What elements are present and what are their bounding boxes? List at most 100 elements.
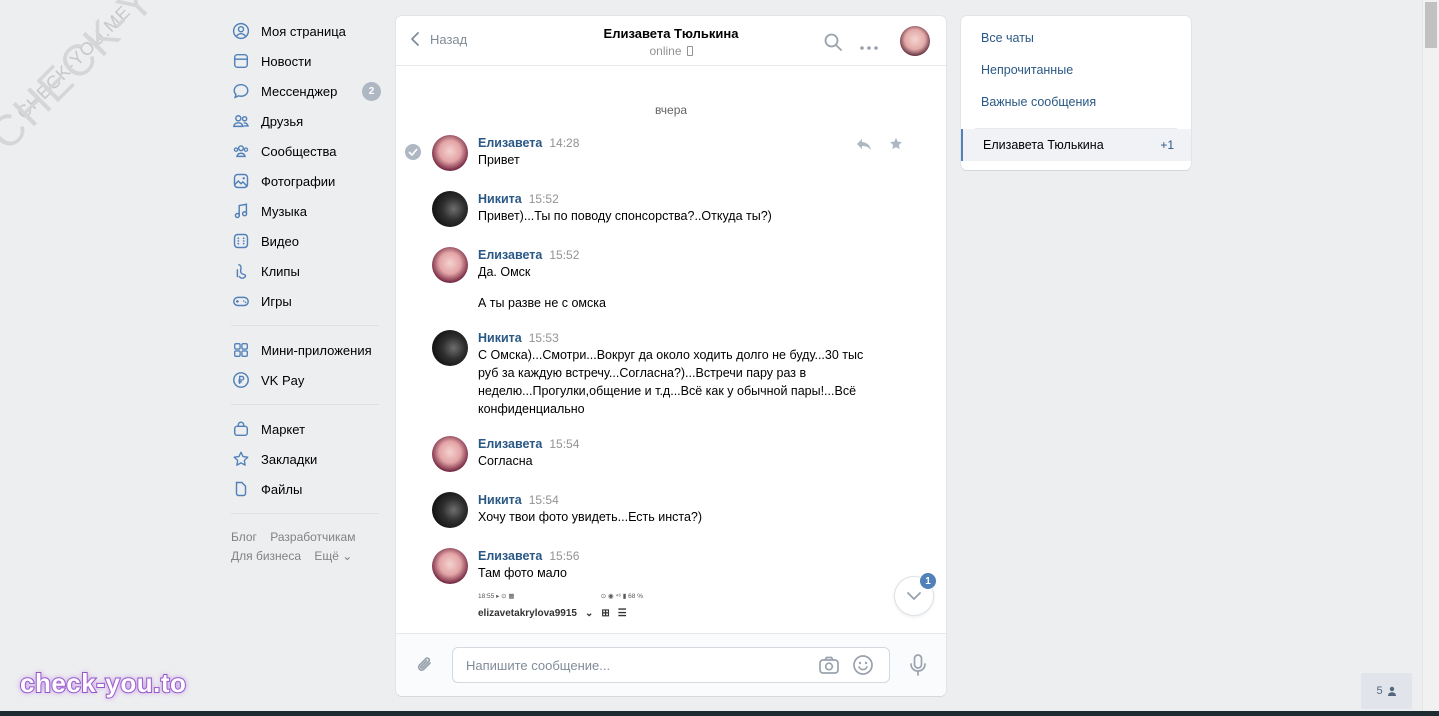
chevron-down-icon: ⌄	[584, 608, 594, 619]
user-circle-icon	[231, 21, 251, 41]
nav-item-my-page[interactable]: Моя страница	[231, 16, 381, 46]
nav-item-market[interactable]: Маркет	[231, 414, 381, 444]
microphone-icon[interactable]	[907, 653, 929, 677]
add-square-icon: ⊞	[601, 608, 610, 619]
online-friends-widget[interactable]: 5	[1361, 673, 1412, 709]
nav-item-bookmarks[interactable]: Закладки	[231, 444, 381, 474]
message-item[interactable]: Никита 15:54 Хочу твои фото увидеть...Ест…	[396, 492, 946, 530]
mobile-phone-icon	[686, 46, 693, 56]
avatar[interactable]	[432, 492, 468, 528]
nav-item-video[interactable]: Видео	[231, 226, 381, 256]
message-item[interactable]: Елизавета 15:56 Там фото мало	[396, 548, 946, 586]
avatar[interactable]	[432, 330, 468, 366]
nav-item-clips[interactable]: Клипы	[231, 256, 381, 286]
filter-all-chats[interactable]: Все чаты	[961, 22, 1191, 54]
search-icon[interactable]	[823, 32, 843, 52]
footer-link-more[interactable]: Ещё ⌄	[314, 549, 352, 563]
message-time[interactable]: 15:56	[549, 549, 579, 563]
clips-icon	[231, 261, 251, 281]
nav-label: Маркет	[261, 421, 306, 437]
message-text: Привет	[478, 153, 520, 167]
nav-item-mini-apps[interactable]: Мини-приложения	[231, 335, 381, 365]
menu-icon: ☰	[617, 608, 627, 619]
more-horizontal-icon[interactable]	[859, 38, 879, 58]
music-note-icon	[231, 201, 251, 221]
video-icon	[231, 231, 251, 251]
nav-item-news[interactable]: Новости	[231, 46, 381, 76]
message-text: Там фото мало	[478, 566, 567, 580]
gamepad-icon	[231, 291, 251, 311]
message-item[interactable]: Елизавета 14:28 Привет	[396, 135, 946, 173]
message-author[interactable]: Никита	[478, 331, 522, 345]
nav-divider	[231, 513, 379, 514]
message-item[interactable]: Елизавета 15:54 Согласна	[396, 436, 946, 474]
nav-item-vk-pay[interactable]: VK Pay	[231, 365, 381, 395]
message-time[interactable]: 15:52	[549, 248, 579, 262]
screenshot-status-bar: 18:55 ▸ ⊙ ▦ ⊙ ◉ ⁴⁶ ▮ 68 %	[478, 592, 643, 600]
message-history[interactable]: вчера Елизавета 14:28 Привет Никита 15:52 …	[396, 67, 946, 633]
filter-important[interactable]: Важные сообщения	[961, 86, 1191, 118]
message-time[interactable]: 15:52	[529, 192, 559, 206]
avatar[interactable]	[432, 247, 468, 283]
nav-item-messenger[interactable]: Мессенджер 2	[231, 76, 381, 106]
nav-label: Клипы	[261, 263, 300, 279]
nav-item-files[interactable]: Файлы	[231, 474, 381, 504]
message-item[interactable]: Никита 15:52 Привет)...Ты по поводу спонс…	[396, 191, 946, 229]
newspaper-icon	[231, 51, 251, 71]
message-author[interactable]: Никита	[478, 192, 522, 206]
nav-item-music[interactable]: Музыка	[231, 196, 381, 226]
message-author[interactable]: Никита	[478, 493, 522, 507]
page-scrollbar[interactable]	[1422, 0, 1439, 716]
message-text: Привет)...Ты по поводу спонсорства?..Отк…	[478, 209, 772, 223]
camera-icon[interactable]	[818, 655, 840, 675]
unread-count-badge: 1	[919, 572, 937, 590]
scrollbar-thumb[interactable]	[1425, 2, 1437, 48]
nav-label: Моя страница	[261, 23, 346, 39]
watermark-brand: check-you.to	[19, 667, 187, 699]
message-author[interactable]: Елизавета	[478, 437, 542, 451]
nav-label: Файлы	[261, 481, 303, 497]
os-taskbar	[0, 711, 1439, 716]
message-time[interactable]: 15:53	[529, 331, 559, 345]
nav-item-games[interactable]: Игры	[231, 286, 381, 316]
message-author[interactable]: Елизавета	[478, 136, 542, 150]
message-text: Да. Омск	[478, 265, 531, 279]
active-chat-item[interactable]: Елизавета Тюлькина +1	[961, 129, 1191, 161]
message-text: Хочу твои фото увидеть...Есть инста?)	[478, 510, 703, 524]
reply-icon[interactable]	[856, 137, 872, 151]
avatar[interactable]	[432, 191, 468, 227]
avatar[interactable]	[432, 548, 468, 584]
active-chat-name: Елизавета Тюлькина	[983, 138, 1104, 152]
nav-divider	[231, 325, 379, 326]
message-time[interactable]: 14:28	[549, 136, 579, 150]
message-item[interactable]: Елизавета 15:52 Да. Омск А ты разве не с …	[396, 247, 946, 312]
message-time[interactable]: 15:54	[529, 493, 559, 507]
emoji-smile-icon[interactable]	[852, 654, 874, 676]
photo-icon	[231, 171, 251, 191]
nav-item-photos[interactable]: Фотографии	[231, 166, 381, 196]
screenshot-username: elizavetakrylova9915	[478, 608, 577, 619]
avatar[interactable]	[432, 436, 468, 472]
footer-link-developers[interactable]: Разработчикам	[270, 530, 355, 544]
nav-item-friends[interactable]: Друзья	[231, 106, 381, 136]
message-composer	[396, 633, 946, 696]
message-author[interactable]: Елизавета	[478, 248, 542, 262]
shopping-bag-icon	[231, 419, 251, 439]
message-time[interactable]: 15:54	[549, 437, 579, 451]
attached-screenshot[interactable]: 18:55 ▸ ⊙ ▦ ⊙ ◉ ⁴⁶ ▮ 68 % elizavetakrylov…	[478, 592, 648, 619]
message-item[interactable]: Никита 15:53 С Омска)...Смотри...Вокруг д…	[396, 330, 946, 418]
star-icon[interactable]	[888, 137, 904, 151]
nav-label: VK Pay	[261, 372, 305, 388]
message-text: Согласна	[478, 454, 533, 468]
selected-check-icon[interactable]	[405, 144, 421, 160]
chat-panel: Назад Елизавета Тюлькина online вчера Ел…	[396, 16, 946, 696]
peer-avatar[interactable]	[900, 26, 930, 56]
footer-link-blog[interactable]: Блог	[231, 530, 257, 544]
filter-unread[interactable]: Непрочитанные	[961, 54, 1191, 86]
nav-item-communities[interactable]: Сообщества	[231, 136, 381, 166]
footer-link-business[interactable]: Для бизнеса	[231, 549, 301, 563]
avatar[interactable]	[432, 135, 468, 171]
paperclip-icon[interactable]	[414, 654, 436, 676]
friends-icon	[231, 111, 251, 131]
message-author[interactable]: Елизавета	[478, 549, 542, 563]
